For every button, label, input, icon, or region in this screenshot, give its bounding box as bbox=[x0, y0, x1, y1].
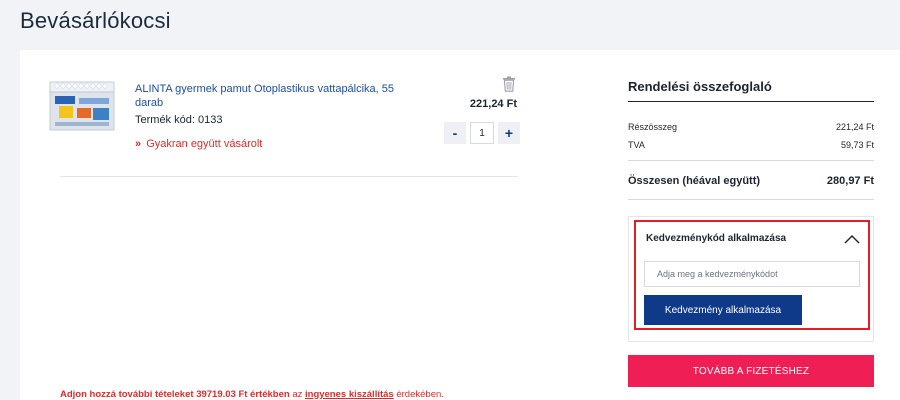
free-shipping-prefix: Adjon hozzá további tételeket bbox=[60, 389, 194, 400]
quantity-decrease-button[interactable]: - bbox=[444, 122, 466, 144]
product-name-link[interactable]: ALINTA gyermek pamut Otoplastikus vattap… bbox=[135, 82, 415, 110]
subtotal-value: 221,24 Ft bbox=[835, 122, 874, 132]
trash-icon[interactable] bbox=[502, 76, 516, 92]
coupon-toggle[interactable]: Kedvezménykód alkalmazása bbox=[646, 233, 860, 244]
total-value: 280,97 Ft bbox=[826, 175, 874, 187]
quantity-stepper: - + bbox=[444, 122, 520, 144]
summary-divider bbox=[628, 160, 874, 161]
chevron-up-icon bbox=[844, 234, 860, 243]
coupon-title: Kedvezménykód alkalmazása bbox=[646, 233, 787, 244]
coupon-panel: Kedvezménykód alkalmazása Kedvezmény alk… bbox=[634, 220, 870, 330]
page-title: Bevásárlókocsi bbox=[20, 8, 171, 33]
free-shipping-suffix: érdekében. bbox=[396, 389, 444, 400]
quantity-input[interactable] bbox=[470, 122, 494, 144]
vat-row: TVA 59,73 Ft bbox=[628, 140, 874, 150]
summary-title: Rendelési összefoglaló bbox=[628, 79, 772, 94]
item-divider bbox=[60, 176, 518, 177]
bought-together-link[interactable]: » Gyakran együtt vásárolt bbox=[135, 138, 262, 150]
product-price: 221,24 Ft bbox=[469, 98, 517, 110]
quantity-increase-button[interactable]: + bbox=[498, 122, 520, 144]
product-code: Termék kód: 0133 bbox=[135, 114, 223, 126]
free-shipping-link[interactable]: ingyenes kiszállítás bbox=[305, 389, 394, 400]
vat-value: 59,73 Ft bbox=[840, 140, 874, 150]
total-divider bbox=[628, 199, 874, 200]
free-shipping-middle: az bbox=[292, 389, 303, 400]
apply-coupon-button[interactable]: Kedvezmény alkalmazása bbox=[644, 295, 802, 325]
free-shipping-note: Adjon hozzá további tételeket 39719.03 F… bbox=[60, 389, 444, 400]
total-label: Összesen (héával együtt) bbox=[628, 175, 761, 187]
product-box-illustration bbox=[49, 81, 115, 131]
checkout-button[interactable]: TOVÁBB A FIZETÉSHEZ bbox=[628, 355, 874, 387]
vat-label: TVA bbox=[628, 140, 645, 150]
total-row: Összesen (héával együtt) 280,97 Ft bbox=[628, 175, 874, 187]
bought-together-label: Gyakran együtt vásárolt bbox=[146, 138, 263, 150]
subtotal-label: Részösszeg bbox=[628, 122, 678, 132]
free-shipping-amount: 39719.03 Ft értékben bbox=[196, 389, 290, 400]
summary-title-underline bbox=[628, 101, 874, 102]
product-image[interactable] bbox=[49, 80, 115, 132]
subtotal-row: Részösszeg 221,24 Ft bbox=[628, 122, 874, 132]
coupon-code-input[interactable] bbox=[644, 261, 860, 287]
bought-together-marker: » bbox=[135, 138, 142, 150]
